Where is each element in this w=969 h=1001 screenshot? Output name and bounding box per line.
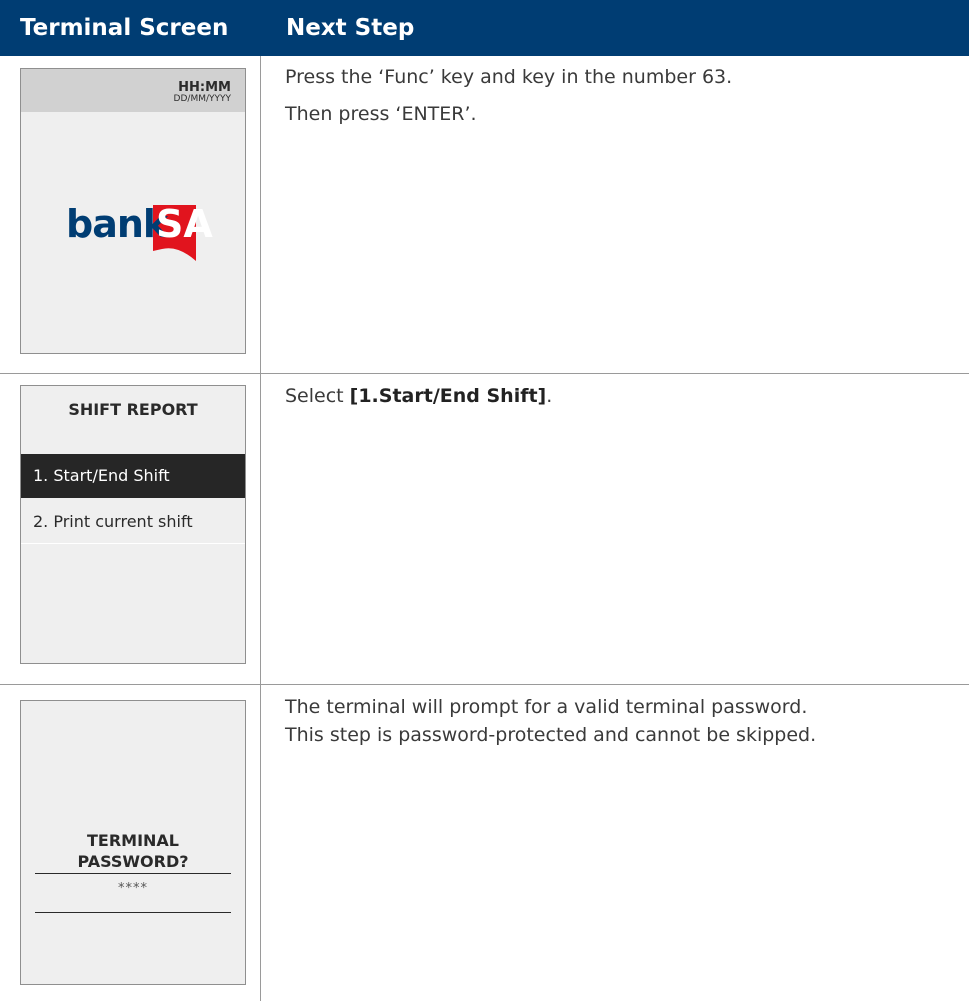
terminal-screen-password: TERMINAL PASSWORD? **** xyxy=(20,700,246,985)
row-divider xyxy=(0,684,969,685)
header-terminal-screen: Terminal Screen xyxy=(20,15,229,41)
menu-item-print-current-shift[interactable]: 2. Print current shift xyxy=(21,500,245,544)
step-text: Then press ‘ENTER’. xyxy=(285,103,477,125)
date-display: DD/MM/YYYY xyxy=(173,94,231,104)
time-display: HH:MM xyxy=(178,80,231,95)
menu-item-start-end-shift[interactable]: 1. Start/End Shift xyxy=(21,454,245,498)
row-divider xyxy=(0,373,969,374)
input-line-top xyxy=(35,873,231,874)
banksa-logo: bank SA xyxy=(66,199,216,261)
logo-text-bank: bank xyxy=(66,202,168,246)
step-text-suffix: . xyxy=(546,385,553,407)
screen-title: TERMINAL PASSWORD? xyxy=(21,830,245,872)
status-bar: HH:MM DD/MM/YYYY xyxy=(21,69,245,112)
step-text: Press the ‘Func’ key and key in the numb… xyxy=(285,66,733,88)
screen-title-line: TERMINAL xyxy=(86,831,179,850)
screen-title: SHIFT REPORT xyxy=(68,400,198,419)
column-divider xyxy=(260,56,261,1001)
step-text: Select [1.Start/End Shift]. xyxy=(285,382,552,411)
terminal-screen-idle: HH:MM DD/MM/YYYY bank SA xyxy=(20,68,246,354)
step-text-emphasis: [1.Start/End Shift] xyxy=(349,385,547,407)
logo-text-sa: SA xyxy=(156,202,213,246)
terminal-screen-shift-report: SHIFT REPORT 1. Start/End Shift 2. Print… xyxy=(20,385,246,664)
input-line-bottom xyxy=(35,912,231,913)
step-text-line: The terminal will prompt for a valid ter… xyxy=(285,696,808,718)
step-text: The terminal will prompt for a valid ter… xyxy=(285,693,816,749)
step-text-prefix: Select xyxy=(285,385,350,407)
header-next-step: Next Step xyxy=(286,15,415,41)
table-header: Terminal Screen Next Step xyxy=(0,0,969,56)
step-text-line: This step is password-protected and cann… xyxy=(285,724,817,746)
screen-title-line: PASSWORD? xyxy=(77,852,189,871)
password-input[interactable]: **** xyxy=(21,881,245,896)
